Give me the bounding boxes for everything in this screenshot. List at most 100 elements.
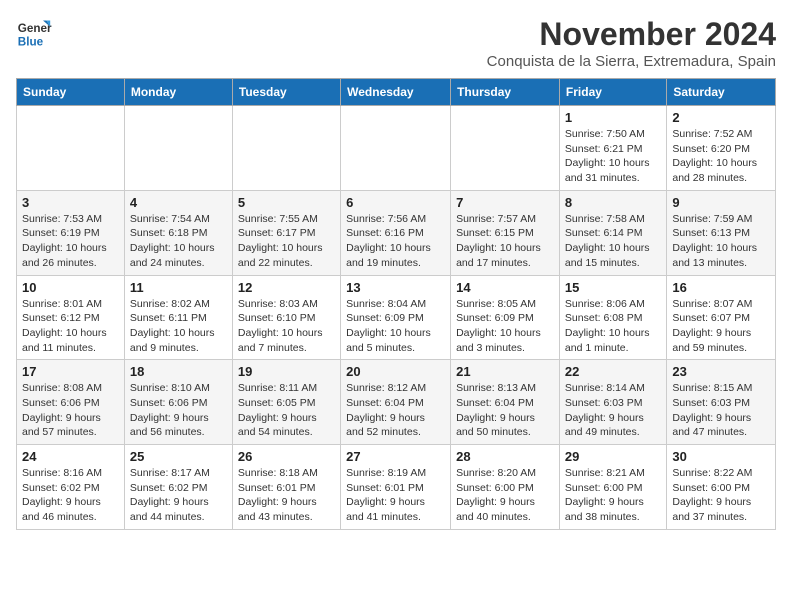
- weekday-header-thursday: Thursday: [451, 79, 560, 106]
- day-detail: Sunrise: 8:16 AM Sunset: 6:02 PM Dayligh…: [22, 466, 119, 525]
- calendar-cell: [124, 106, 232, 191]
- day-detail: Sunrise: 7:56 AM Sunset: 6:16 PM Dayligh…: [346, 212, 445, 271]
- day-number: 6: [346, 195, 445, 210]
- weekday-header-friday: Friday: [559, 79, 666, 106]
- day-detail: Sunrise: 8:20 AM Sunset: 6:00 PM Dayligh…: [456, 466, 554, 525]
- day-detail: Sunrise: 8:21 AM Sunset: 6:00 PM Dayligh…: [565, 466, 661, 525]
- day-detail: Sunrise: 7:57 AM Sunset: 6:15 PM Dayligh…: [456, 212, 554, 271]
- calendar-cell: 2 Sunrise: 7:52 AM Sunset: 6:20 PM Daylig…: [667, 106, 776, 191]
- day-number: 27: [346, 449, 445, 464]
- weekday-header-wednesday: Wednesday: [341, 79, 451, 106]
- location-subtitle: Conquista de la Sierra, Extremadura, Spa…: [487, 53, 776, 70]
- calendar-table: SundayMondayTuesdayWednesdayThursdayFrid…: [16, 78, 776, 530]
- day-number: 15: [565, 280, 661, 295]
- day-detail: Sunrise: 8:12 AM Sunset: 6:04 PM Dayligh…: [346, 381, 445, 440]
- day-number: 28: [456, 449, 554, 464]
- calendar-cell: 23 Sunrise: 8:15 AM Sunset: 6:03 PM Dayli…: [667, 360, 776, 445]
- calendar-cell: 14 Sunrise: 8:05 AM Sunset: 6:09 PM Dayli…: [451, 275, 560, 360]
- calendar-cell: 26Sunrise: 8:18 AM Sunset: 6:01 PM Dayli…: [232, 445, 340, 530]
- calendar-cell: 7 Sunrise: 7:57 AM Sunset: 6:15 PM Daylig…: [451, 190, 560, 275]
- day-detail: Sunrise: 8:19 AM Sunset: 6:01 PM Dayligh…: [346, 466, 445, 525]
- calendar-cell: 10Sunrise: 8:01 AM Sunset: 6:12 PM Dayli…: [17, 275, 125, 360]
- calendar-cell: 3 Sunrise: 7:53 AM Sunset: 6:19 PM Daylig…: [17, 190, 125, 275]
- weekday-header-monday: Monday: [124, 79, 232, 106]
- day-detail: Sunrise: 7:54 AM Sunset: 6:18 PM Dayligh…: [130, 212, 227, 271]
- day-detail: Sunrise: 8:08 AM Sunset: 6:06 PM Dayligh…: [22, 381, 119, 440]
- day-detail: Sunrise: 8:04 AM Sunset: 6:09 PM Dayligh…: [346, 297, 445, 356]
- day-number: 23: [672, 364, 770, 379]
- calendar-cell: 13 Sunrise: 8:04 AM Sunset: 6:09 PM Dayli…: [341, 275, 451, 360]
- day-detail: Sunrise: 8:14 AM Sunset: 6:03 PM Dayligh…: [565, 381, 661, 440]
- day-detail: Sunrise: 8:05 AM Sunset: 6:09 PM Dayligh…: [456, 297, 554, 356]
- day-number: 21: [456, 364, 554, 379]
- calendar-week-5: 24 Sunrise: 8:16 AM Sunset: 6:02 PM Dayli…: [17, 445, 776, 530]
- day-detail: Sunrise: 8:22 AM Sunset: 6:00 PM Dayligh…: [672, 466, 770, 525]
- day-number: 17: [22, 364, 119, 379]
- calendar-week-4: 17 Sunrise: 8:08 AM Sunset: 6:06 PM Dayli…: [17, 360, 776, 445]
- calendar-cell: 5Sunrise: 7:55 AM Sunset: 6:17 PM Daylig…: [232, 190, 340, 275]
- day-detail: Sunrise: 7:58 AM Sunset: 6:14 PM Dayligh…: [565, 212, 661, 271]
- logo: General Blue: [16, 16, 52, 52]
- calendar-cell: 22 Sunrise: 8:14 AM Sunset: 6:03 PM Dayli…: [559, 360, 666, 445]
- calendar-week-1: 1 Sunrise: 7:50 AM Sunset: 6:21 PM Daylig…: [17, 106, 776, 191]
- day-number: 14: [456, 280, 554, 295]
- calendar-cell: 9 Sunrise: 7:59 AM Sunset: 6:13 PM Daylig…: [667, 190, 776, 275]
- calendar-week-3: 10Sunrise: 8:01 AM Sunset: 6:12 PM Dayli…: [17, 275, 776, 360]
- day-detail: Sunrise: 8:07 AM Sunset: 6:07 PM Dayligh…: [672, 297, 770, 356]
- day-number: 24: [22, 449, 119, 464]
- calendar-cell: 30 Sunrise: 8:22 AM Sunset: 6:00 PM Dayli…: [667, 445, 776, 530]
- calendar-cell: 6 Sunrise: 7:56 AM Sunset: 6:16 PM Daylig…: [341, 190, 451, 275]
- day-number: 19: [238, 364, 335, 379]
- day-detail: Sunrise: 8:15 AM Sunset: 6:03 PM Dayligh…: [672, 381, 770, 440]
- day-number: 20: [346, 364, 445, 379]
- day-number: 4: [130, 195, 227, 210]
- day-number: 11: [130, 280, 227, 295]
- day-detail: Sunrise: 7:52 AM Sunset: 6:20 PM Dayligh…: [672, 127, 770, 186]
- day-number: 8: [565, 195, 661, 210]
- day-detail: Sunrise: 8:17 AM Sunset: 6:02 PM Dayligh…: [130, 466, 227, 525]
- calendar-cell: 18 Sunrise: 8:10 AM Sunset: 6:06 PM Dayli…: [124, 360, 232, 445]
- calendar-cell: [451, 106, 560, 191]
- day-number: 2: [672, 110, 770, 125]
- day-detail: Sunrise: 7:50 AM Sunset: 6:21 PM Dayligh…: [565, 127, 661, 186]
- calendar-cell: 21 Sunrise: 8:13 AM Sunset: 6:04 PM Dayli…: [451, 360, 560, 445]
- day-detail: Sunrise: 8:10 AM Sunset: 6:06 PM Dayligh…: [130, 381, 227, 440]
- calendar-cell: 12 Sunrise: 8:03 AM Sunset: 6:10 PM Dayli…: [232, 275, 340, 360]
- day-number: 3: [22, 195, 119, 210]
- calendar-cell: 16 Sunrise: 8:07 AM Sunset: 6:07 PM Dayli…: [667, 275, 776, 360]
- logo-icon: General Blue: [16, 16, 52, 52]
- day-number: 16: [672, 280, 770, 295]
- calendar-cell: 19 Sunrise: 8:11 AM Sunset: 6:05 PM Dayli…: [232, 360, 340, 445]
- calendar-header-row: SundayMondayTuesdayWednesdayThursdayFrid…: [17, 79, 776, 106]
- day-number: 22: [565, 364, 661, 379]
- day-number: 1: [565, 110, 661, 125]
- calendar-cell: 17 Sunrise: 8:08 AM Sunset: 6:06 PM Dayli…: [17, 360, 125, 445]
- calendar-cell: 15Sunrise: 8:06 AM Sunset: 6:08 PM Dayli…: [559, 275, 666, 360]
- day-number: 30: [672, 449, 770, 464]
- calendar-cell: 20 Sunrise: 8:12 AM Sunset: 6:04 PM Dayli…: [341, 360, 451, 445]
- day-detail: Sunrise: 7:59 AM Sunset: 6:13 PM Dayligh…: [672, 212, 770, 271]
- calendar-cell: 27 Sunrise: 8:19 AM Sunset: 6:01 PM Dayli…: [341, 445, 451, 530]
- day-detail: Sunrise: 8:02 AM Sunset: 6:11 PM Dayligh…: [130, 297, 227, 356]
- day-number: 12: [238, 280, 335, 295]
- calendar-cell: [341, 106, 451, 191]
- day-detail: Sunrise: 8:13 AM Sunset: 6:04 PM Dayligh…: [456, 381, 554, 440]
- day-number: 7: [456, 195, 554, 210]
- day-number: 26: [238, 449, 335, 464]
- calendar-week-2: 3 Sunrise: 7:53 AM Sunset: 6:19 PM Daylig…: [17, 190, 776, 275]
- day-detail: Sunrise: 8:11 AM Sunset: 6:05 PM Dayligh…: [238, 381, 335, 440]
- calendar-cell: 25Sunrise: 8:17 AM Sunset: 6:02 PM Dayli…: [124, 445, 232, 530]
- day-detail: Sunrise: 7:53 AM Sunset: 6:19 PM Dayligh…: [22, 212, 119, 271]
- day-number: 18: [130, 364, 227, 379]
- weekday-header-tuesday: Tuesday: [232, 79, 340, 106]
- calendar-cell: 4 Sunrise: 7:54 AM Sunset: 6:18 PM Daylig…: [124, 190, 232, 275]
- day-number: 10: [22, 280, 119, 295]
- day-number: 5: [238, 195, 335, 210]
- day-number: 13: [346, 280, 445, 295]
- calendar-cell: 11 Sunrise: 8:02 AM Sunset: 6:11 PM Dayli…: [124, 275, 232, 360]
- day-detail: Sunrise: 8:03 AM Sunset: 6:10 PM Dayligh…: [238, 297, 335, 356]
- page-header: General Blue November 2024 Conquista de …: [16, 16, 776, 70]
- day-number: 9: [672, 195, 770, 210]
- day-number: 29: [565, 449, 661, 464]
- weekday-header-saturday: Saturday: [667, 79, 776, 106]
